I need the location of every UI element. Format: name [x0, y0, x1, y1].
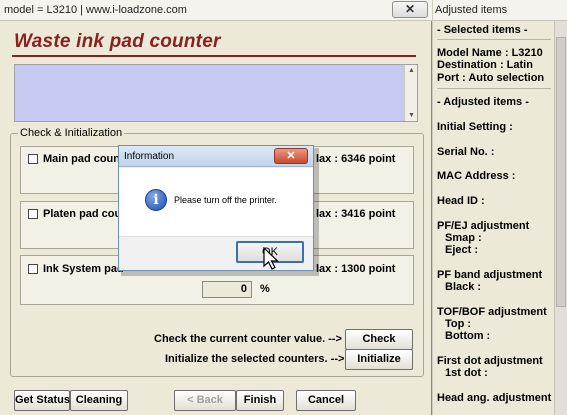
divider: [437, 88, 551, 89]
adjusted-item: Eject :: [445, 244, 479, 256]
main-titlebar: model = L3210 | www.i-loadzone.com ✕: [0, 0, 432, 21]
adjusted-title: Adjusted items: [435, 4, 508, 16]
port: Port : Auto selection: [437, 72, 545, 84]
adjusted-list: - Selected items - Model Name : L3210 De…: [433, 21, 554, 415]
adjusted-titlebar: Adjusted items: [433, 0, 567, 21]
adjusted-item: First dot adjustment: [437, 355, 543, 367]
platen-pad-checkbox[interactable]: [28, 209, 38, 219]
ink-system-pad-label: Ink System pad: [43, 263, 124, 275]
info-textbox[interactable]: ▲ ▼: [14, 64, 418, 122]
check-button[interactable]: Check: [345, 329, 413, 350]
adjusted-item: 1st dot :: [445, 367, 488, 379]
dialog-close-button[interactable]: ✕: [274, 148, 308, 164]
platen-pad-label: Platen pad cou: [43, 208, 122, 220]
adjusted-item: PF/EJ adjustment: [437, 220, 530, 232]
counter-value-field: 0: [202, 281, 252, 298]
adjusted-item: Bottom :: [445, 330, 491, 342]
adjusted-item: Head ang. adjustment: [437, 392, 552, 404]
finish-button[interactable]: Finish: [236, 390, 284, 411]
mouse-cursor-icon: [263, 247, 279, 270]
platen-pad-max: lax : 3416 point: [316, 208, 396, 220]
close-icon: ✕: [286, 150, 296, 162]
main-pad-max: lax : 6346 point: [316, 153, 396, 165]
main-pad-checkbox[interactable]: [28, 154, 38, 164]
adjusted-items-pane: Adjusted items - Selected items - Model …: [433, 0, 567, 415]
main-pad-label: Main pad count: [43, 153, 124, 165]
close-icon: ✕: [404, 2, 416, 16]
page-title: Waste ink pad counter: [14, 31, 221, 52]
initialize-button[interactable]: Initialize: [345, 349, 413, 370]
ink-system-pad-max: lax : 1300 point: [316, 263, 396, 275]
adjusted-scrollbar[interactable]: [554, 21, 567, 415]
information-icon: i: [145, 189, 167, 211]
cleaning-button[interactable]: Cleaning: [70, 390, 128, 411]
check-row-label: Check the current counter value. -->: [154, 333, 342, 345]
heading-divider: [12, 55, 416, 57]
ink-system-pad-checkbox[interactable]: [28, 264, 38, 274]
adjusted-items-header: - Adjusted items -: [437, 96, 529, 108]
percent-label: %: [260, 283, 270, 295]
close-button[interactable]: ✕: [392, 1, 428, 18]
adjusted-item: Head ID :: [437, 195, 485, 207]
dialog-titlebar: Information ✕: [119, 146, 313, 167]
model-name: Model Name : L3210: [437, 47, 543, 59]
scroll-up-icon[interactable]: ▲: [408, 67, 415, 74]
destination: Destination : Latin: [437, 59, 533, 71]
scrollbar-thumb[interactable]: [556, 37, 566, 307]
initialize-row-label: Initialize the selected counters. -->: [165, 353, 345, 365]
adjusted-item: Initial Setting :: [437, 121, 513, 133]
dialog-title: Information: [124, 151, 175, 162]
info-scrollbar[interactable]: ▲ ▼: [404, 65, 417, 121]
get-status-button[interactable]: Get Status: [14, 390, 70, 411]
adjusted-item: Black :: [445, 281, 482, 293]
adjusted-item: Serial No. :: [437, 146, 495, 158]
dialog-message: Please turn off the printer.: [174, 195, 277, 205]
adjusted-item: Top :: [445, 318, 472, 330]
back-button[interactable]: < Back: [174, 390, 236, 411]
adjusted-item: MAC Address :: [437, 170, 516, 182]
adjusted-item: PF band adjustment: [437, 269, 543, 281]
group-title: Check & Initialization: [18, 127, 125, 139]
adjusted-item: Smap :: [445, 232, 482, 244]
cancel-button[interactable]: Cancel: [296, 390, 356, 411]
adjusted-item: TOF/BOF adjustment: [437, 306, 547, 318]
window-title: model = L3210 | www.i-loadzone.com: [4, 4, 187, 16]
selected-items-header: - Selected items -: [437, 24, 528, 36]
divider: [437, 39, 551, 40]
scroll-down-icon[interactable]: ▼: [408, 112, 415, 119]
